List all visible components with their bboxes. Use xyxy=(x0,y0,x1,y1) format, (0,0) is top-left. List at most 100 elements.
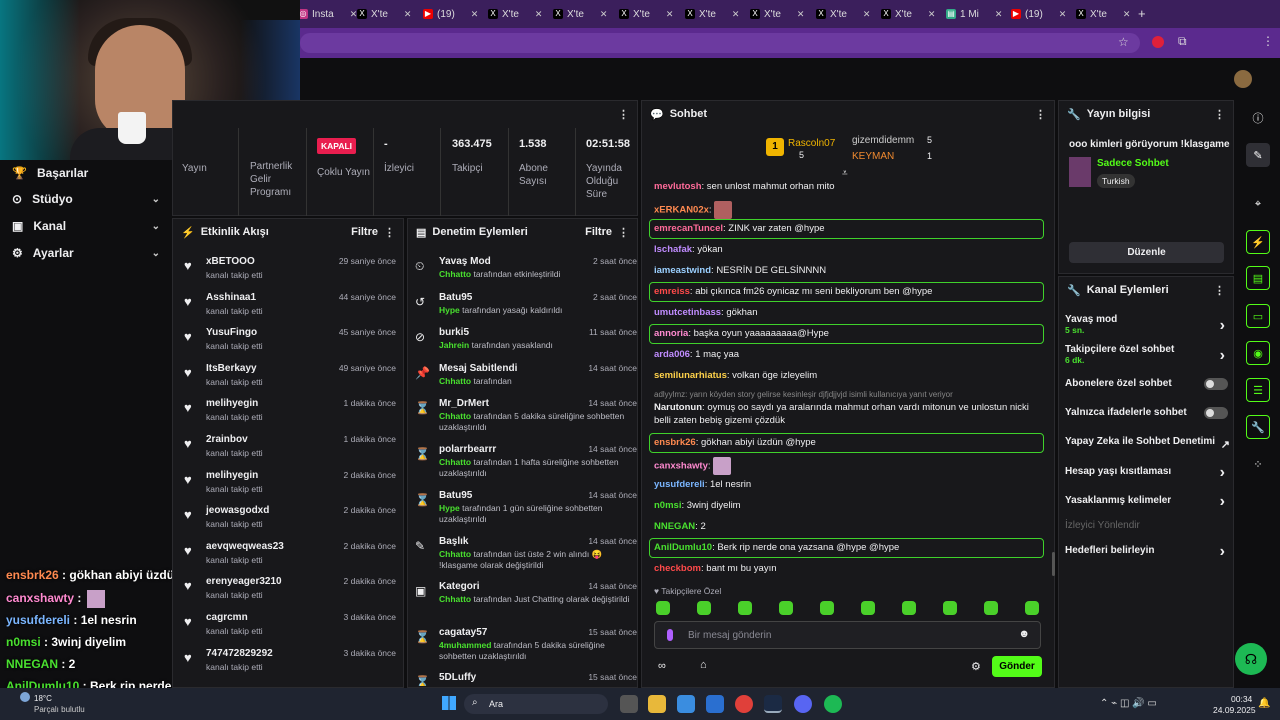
emote-icon[interactable] xyxy=(656,601,670,615)
activity-item[interactable]: ♥ 747472829292 kanalı takip etti 3 dakika ö… xyxy=(184,648,396,682)
info-icon[interactable]: ⓘ xyxy=(1246,106,1270,130)
browser-tab[interactable]: ▶ (19) ✕ xyxy=(1011,4,1066,24)
emote-icon[interactable] xyxy=(984,601,998,615)
browser-tab[interactable]: ▶ (19) ✕ xyxy=(423,4,478,24)
category-name[interactable]: Sadece Sohbet xyxy=(1097,158,1169,169)
filter-button[interactable]: Filtre xyxy=(585,226,612,238)
emote-icon[interactable] xyxy=(1025,601,1039,615)
moderation-item[interactable]: ⌛ cagatay57 4muhammed tarafından 5 dakika … xyxy=(415,627,637,661)
nav-channel[interactable]: ▣ Kanal ⌄ xyxy=(12,219,160,233)
new-tab-button[interactable]: + xyxy=(1138,6,1146,21)
chat-message[interactable]: xERKAN02x: xyxy=(654,201,1044,219)
chat-username[interactable]: xERKAN02x xyxy=(654,205,709,216)
chat-message[interactable]: umutcetinbass: gökhan xyxy=(654,306,1044,319)
chat-message[interactable]: semilunarhiatus: volkan öge izleyelim xyxy=(654,369,1044,382)
chat-username[interactable]: mevlutosh xyxy=(654,181,702,192)
channel-action[interactable]: Hedefleri belirleyin › xyxy=(1065,543,1225,565)
chat-username[interactable]: umutcetinbass xyxy=(654,307,721,318)
browser-tab[interactable]: ◎ Insta ✕ xyxy=(298,4,357,24)
moderation-actor[interactable]: Chhatto xyxy=(439,594,471,604)
avatar[interactable] xyxy=(1234,70,1252,88)
channel-action[interactable]: Yapay Zeka ile Sohbet Denetimi ↗ xyxy=(1065,436,1230,456)
spotify-icon[interactable] xyxy=(824,695,842,713)
chat-username[interactable]: yusufdereli xyxy=(654,479,705,490)
broadcast-icon[interactable]: ◉ xyxy=(1246,341,1270,365)
activity-item[interactable]: ♥ 2rainbov kanalı takip etti 1 dakika önce xyxy=(184,434,396,468)
emote-icon[interactable] xyxy=(779,601,793,615)
focus-icon[interactable]: ⌖ xyxy=(1246,192,1270,216)
activity-item[interactable]: ♥ melihyegin kanalı takip etti 1 dakika önc… xyxy=(184,398,396,432)
chat-username[interactable]: ensbrk26 xyxy=(654,437,696,448)
chat-username[interactable]: checkbom xyxy=(654,563,701,574)
discord-icon[interactable] xyxy=(794,695,812,713)
moderation-item[interactable]: ▣ Kategori Chhatto tarafından Just Chattin… xyxy=(415,581,637,615)
chat-username[interactable]: emrecanTuncel xyxy=(654,223,723,234)
activity-item[interactable]: ♥ melihyegin kanalı takip etti 2 dakika önc… xyxy=(184,470,396,504)
chat-username[interactable]: canxshawty xyxy=(654,461,708,472)
emote-icon[interactable] xyxy=(861,601,875,615)
close-icon[interactable]: ✕ xyxy=(471,9,479,20)
chat-message[interactable]: NNEGAN: 2 xyxy=(654,520,1044,533)
chat-message[interactable]: mevlutosh: sen unlost mahmut orhan mito xyxy=(654,180,1044,193)
close-icon[interactable]: ✕ xyxy=(404,9,412,20)
channel-action[interactable]: Abonelere özel sohbet xyxy=(1065,378,1228,398)
chat-message[interactable]: arda006: 1 maç yaa xyxy=(654,348,1044,361)
moderation-item[interactable]: ⌛ polarrbearrr Chhatto tarafından 1 hafta … xyxy=(415,444,637,478)
kebab-icon[interactable]: ⋮ xyxy=(384,226,395,239)
emote-icon[interactable] xyxy=(820,601,834,615)
activity-item[interactable]: ♥ jeowasgodxd kanalı takip etti 2 dakika ön… xyxy=(184,505,396,539)
emote-icon[interactable] xyxy=(697,601,711,615)
kebab-icon[interactable]: ⋮ xyxy=(1214,108,1225,121)
chat-username[interactable]: annoria xyxy=(654,328,688,339)
filter-button[interactable]: Filtre xyxy=(351,226,378,238)
bookmark-star-icon[interactable]: ☆ xyxy=(1118,35,1129,49)
close-icon[interactable]: ✕ xyxy=(797,9,805,20)
mic-icon[interactable] xyxy=(667,629,673,641)
close-icon[interactable]: ✕ xyxy=(1059,9,1067,20)
nav-studio[interactable]: ⊙ Stüdyo ⌄ xyxy=(12,192,160,206)
browser-tab[interactable]: X X'te ✕ xyxy=(685,4,739,24)
moderation-actor[interactable]: Chhatto xyxy=(439,269,471,279)
chat-username[interactable]: iameastwind xyxy=(654,265,711,276)
extension-icon[interactable] xyxy=(1152,36,1164,48)
moderation-actor[interactable]: Hype xyxy=(439,503,460,513)
moderation-item[interactable]: ⌛ 5DLuffy 15 saat önce xyxy=(415,672,637,686)
browser-tab[interactable]: X X'te ✕ xyxy=(1076,4,1130,24)
channel-action[interactable]: Yavaş mod 5 sn. › xyxy=(1065,314,1225,335)
support-button[interactable]: ☊ xyxy=(1235,643,1267,675)
layout-icon[interactable]: ☰ xyxy=(1246,378,1270,402)
close-icon[interactable]: ✕ xyxy=(928,9,936,20)
toggle-switch[interactable] xyxy=(1204,378,1228,390)
lightning-icon[interactable]: ⚡ xyxy=(1246,230,1270,254)
taskbar-search[interactable]: ⌕ Ara xyxy=(464,694,608,714)
task-view-icon[interactable] xyxy=(620,695,638,713)
moderation-item[interactable]: ↺ Batu95 Hype tarafından yasağı kaldırıldı… xyxy=(415,292,637,326)
moderation-actor[interactable]: Chhatto xyxy=(439,411,471,421)
chat-username[interactable]: AnilDumlu10 xyxy=(654,542,712,553)
chat-message[interactable]: canxshawty: xyxy=(654,457,1044,475)
kebab-icon[interactable]: ⋮ xyxy=(1214,284,1225,297)
browser-tab[interactable]: X X'te ✕ xyxy=(357,4,411,24)
browser-tab[interactable]: X X'te ✕ xyxy=(619,4,673,24)
moderation-actor[interactable]: Jahrein xyxy=(439,340,469,350)
activity-item[interactable]: ♥ cagrcmn kanalı takip etti 3 dakika önce xyxy=(184,612,396,646)
chat-message[interactable]: ensbrk26: gökhan abiyi üzdün @hype xyxy=(654,436,1044,449)
kebab-icon[interactable]: ⋮ xyxy=(618,226,629,239)
edit-button[interactable]: Düzenle xyxy=(1069,242,1224,263)
channel-action[interactable]: Yasaklanmış kelimeler › xyxy=(1065,493,1225,515)
chat-username[interactable]: arda006 xyxy=(654,349,690,360)
channel-action[interactable]: Yalnızca ifadelerle sohbet xyxy=(1065,407,1228,427)
chat-message[interactable]: iameastwind: NESRİN DE GELSİNNNN xyxy=(654,264,1044,277)
close-icon[interactable]: ✕ xyxy=(995,9,1003,20)
browser-tab[interactable]: X X'te ✕ xyxy=(488,4,542,24)
moderation-actor[interactable]: Hype xyxy=(439,305,460,315)
moderation-item[interactable]: ⏲ Yavaş Mod Chhatto tarafından etkinleştir… xyxy=(415,256,637,290)
nav-achievements[interactable]: 🏆 Başarılar xyxy=(12,166,160,180)
activity-item[interactable]: ♥ aevqweqweas23 kanalı takip etti 2 dakika … xyxy=(184,541,396,575)
moderation-item[interactable]: ⊘ burki5 Jahrein tarafından yasaklandı 11 s… xyxy=(415,327,637,361)
file-explorer-icon[interactable] xyxy=(648,695,666,713)
chat-message[interactable]: emrecanTuncel: ZINK var zaten @hype xyxy=(654,222,1044,235)
expand-icon[interactable]: ⩡ xyxy=(842,168,848,179)
close-icon[interactable]: ✕ xyxy=(863,9,871,20)
address-input[interactable] xyxy=(300,33,1140,53)
